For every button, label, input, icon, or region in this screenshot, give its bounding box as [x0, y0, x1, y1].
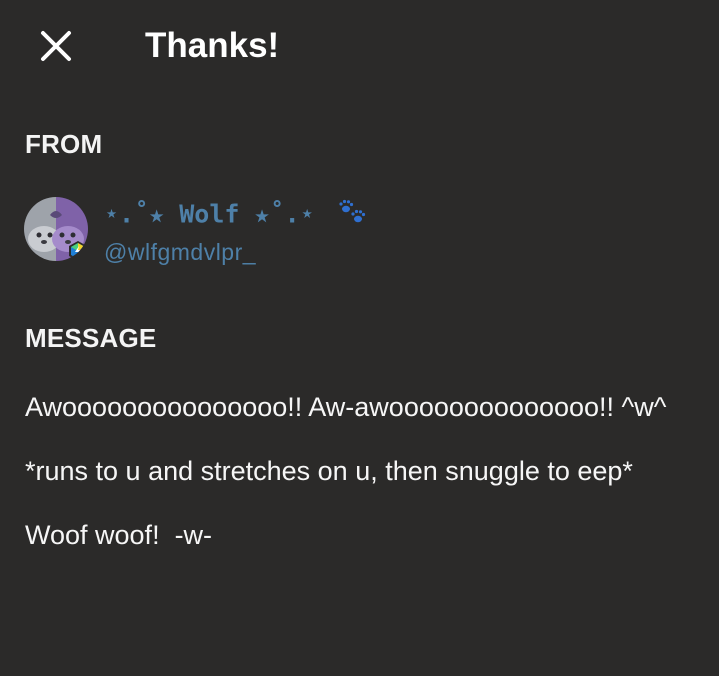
close-button[interactable]	[38, 28, 74, 64]
close-icon	[41, 31, 71, 61]
dialog-title: Thanks!	[145, 26, 280, 65]
paw-prints-icon	[336, 197, 368, 234]
message-body: Awooooooooooooooo!! Aw-awoooooooooooooo!…	[25, 386, 705, 578]
message-paragraph: *runs to u and stretches on u, then snug…	[25, 456, 633, 486]
from-label: FROM	[25, 129, 103, 159]
sender-display-name-text: ⋆.˚★ Wolf ★˚.⋆	[104, 199, 315, 229]
dialog-header: Thanks!	[0, 0, 719, 92]
thanks-dialog: Thanks! FROM ⋆.˚★ Wolf ★˚.⋆ @wlfgmdvlpr_…	[0, 0, 719, 676]
sender-display-name[interactable]: ⋆.˚★ Wolf ★˚.⋆	[104, 197, 368, 234]
verified-badge-icon	[69, 241, 87, 261]
message-paragraph: Awooooooooooooooo!! Aw-awoooooooooooooo!…	[25, 392, 667, 422]
sender-card[interactable]: ⋆.˚★ Wolf ★˚.⋆ @wlfgmdvlpr_	[24, 197, 584, 267]
message-paragraph: Woof woof! -w-	[25, 520, 213, 550]
message-label: MESSAGE	[25, 323, 157, 353]
sender-handle[interactable]: @wlfgmdvlpr_	[104, 237, 256, 267]
avatar[interactable]	[24, 197, 88, 261]
